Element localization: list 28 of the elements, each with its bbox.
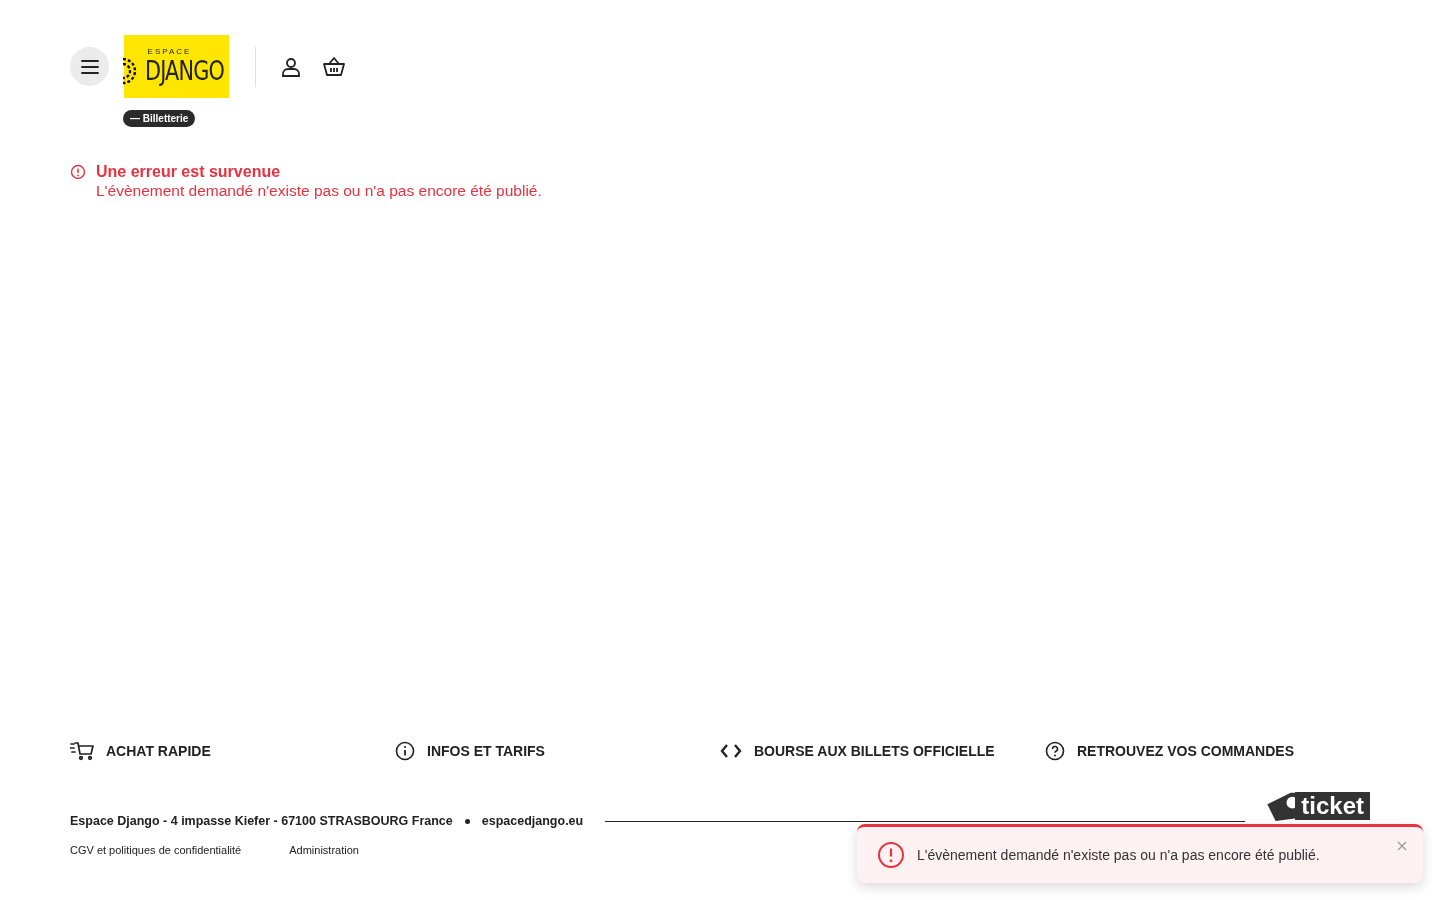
footer-link[interactable]: BOURSE AUX BILLETS OFFICIELLE	[720, 741, 1045, 761]
footer-link[interactable]: ACHAT RAPIDE	[70, 741, 395, 761]
close-icon	[1397, 841, 1407, 851]
website-link[interactable]: espacedjango.eu	[481, 814, 584, 828]
logo[interactable]: ESPACE DJANGO	[124, 35, 229, 98]
menu-button[interactable]	[70, 47, 109, 86]
billetterie-badge: — Billetterie	[123, 110, 196, 127]
logo-subtitle: ESPACE	[147, 47, 192, 56]
error-title: Une erreur est survenue	[96, 163, 282, 181]
menu-icon	[80, 59, 99, 74]
cart-icon	[70, 741, 94, 761]
error-message: L'évènement demandé n'existe pas ou n'a pas encore été publié.	[96, 182, 542, 200]
close-button[interactable]	[1395, 839, 1409, 853]
alert-icon	[877, 841, 905, 869]
logo-title: DJANGO	[144, 55, 225, 86]
info-icon	[395, 741, 415, 761]
help-icon	[1045, 741, 1065, 761]
basket-icon[interactable]	[322, 55, 346, 78]
address-text: Espace Django - 4 impasse Kiefer - 67100 STRASBOURG France	[70, 814, 453, 828]
footer-link[interactable]: INFOS ET TARIFS	[395, 741, 720, 761]
legal-link[interactable]: CGV et politiques de confidentialité	[70, 844, 242, 856]
user-icon[interactable]	[280, 55, 302, 78]
legal-link[interactable]: Administration	[289, 844, 359, 856]
code-arrows-icon	[720, 743, 742, 759]
footer-link[interactable]: RETROUVEZ VOS COMMANDES	[1045, 741, 1370, 761]
toast-message: L'évènement demandé n'existe pas ou n'a pas encore été publié.	[917, 847, 1320, 863]
alert-icon	[70, 164, 86, 180]
partner-logo: ticket	[1267, 791, 1370, 821]
